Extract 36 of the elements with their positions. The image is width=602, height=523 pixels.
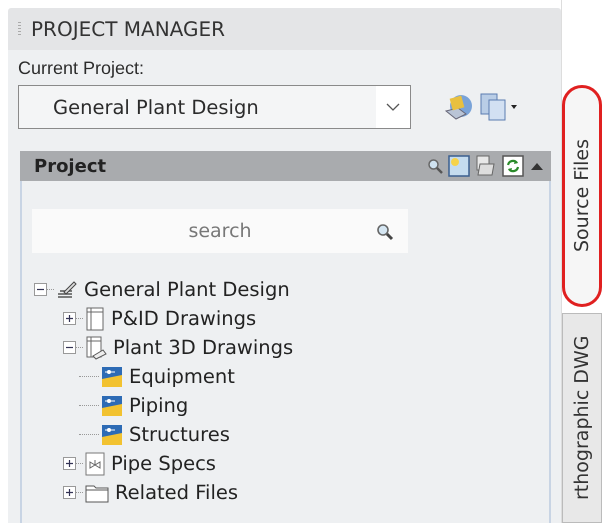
folder-icon [85,482,109,502]
pencil-sheet-icon [56,280,78,300]
tree-item[interactable]: Plant 3D Drawings [113,336,294,359]
drawing-file-icon [101,394,123,416]
new-sheet-icon[interactable] [448,155,470,177]
expand-toggle[interactable] [63,312,76,325]
refresh-icon[interactable] [502,155,524,177]
tree-item[interactable]: Equipment [129,365,235,388]
search-icon[interactable] [427,158,443,174]
drawing-file-icon [101,366,123,388]
collapse-toggle[interactable] [34,283,47,296]
globe-folder-icon[interactable] [443,93,473,121]
side-tab[interactable]: Source Files [562,85,602,307]
expand-toggle[interactable] [63,486,76,499]
collapse-toggle[interactable] [63,341,76,354]
copy-folder-icon[interactable] [475,155,497,177]
panel-title: PROJECT MANAGER [31,17,226,41]
tree-item[interactable]: Pipe Specs [111,452,216,475]
document-icon [85,306,105,330]
copy-documents-icon[interactable] [479,92,519,122]
tree-item[interactable]: P&ID Drawings [111,307,256,330]
search-icon [376,223,394,241]
tree-item[interactable]: Piping [129,394,188,417]
tree-item[interactable]: Structures [129,423,230,446]
project-dropdown[interactable]: General Plant Design [18,85,411,129]
tree-item[interactable]: Related Files [115,481,238,504]
section-title: Project [34,156,106,176]
document-pipe-icon [85,336,107,360]
side-tab[interactable]: rthographic DWG [562,313,602,523]
expand-toggle[interactable] [63,457,76,470]
chevron-down-icon [386,103,400,111]
search-field[interactable]: search [32,209,408,253]
drawing-file-icon [101,424,123,446]
valve-sheet-icon [85,452,105,476]
tree-item[interactable]: General Plant Design [84,278,290,301]
field-label: Current Project: [18,58,146,79]
